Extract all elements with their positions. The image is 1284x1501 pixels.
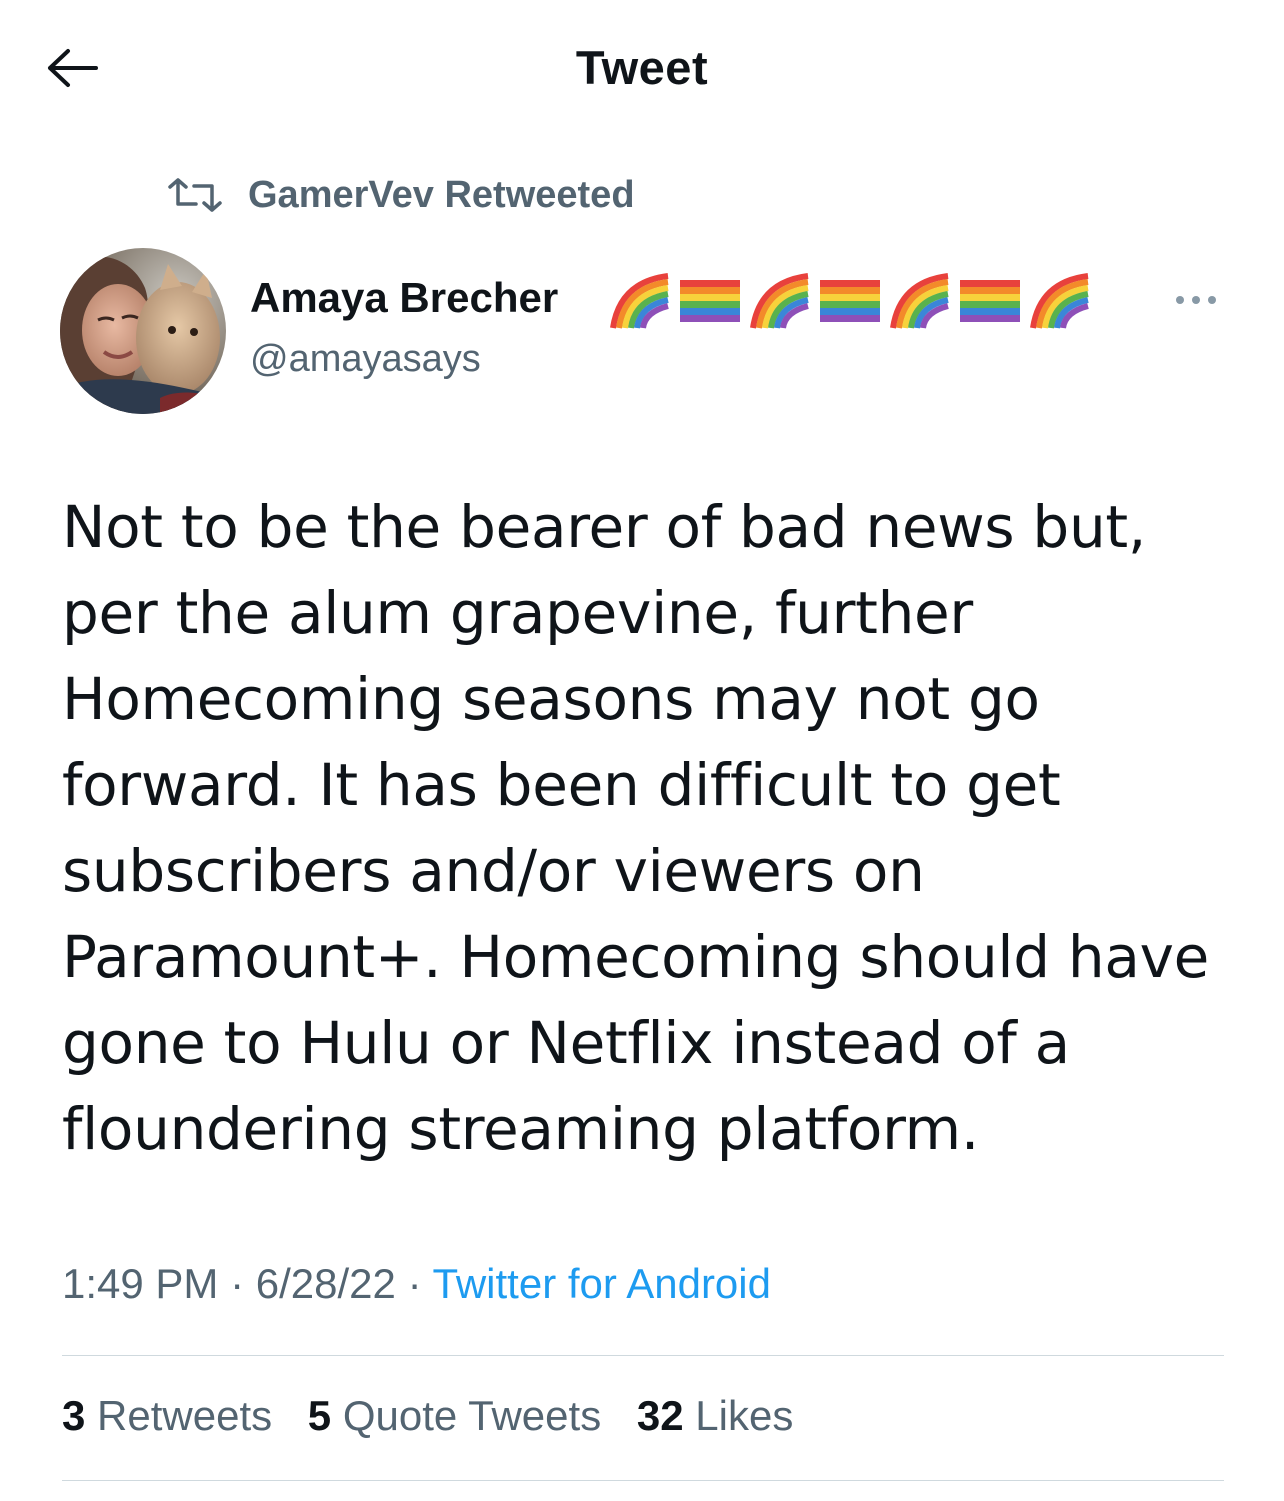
tweet-source-link[interactable]: Twitter for Android [433,1260,771,1307]
likes-count: 32 [636,1392,684,1439]
top-bar: Tweet [0,0,1284,130]
meta-separator: · [230,1260,245,1307]
tweet-text: Not to be the bearer of bad news but, pe… [62,493,1209,1163]
tweet-metadata: 1:49 PM · 6/28/22 · Twitter for Android [62,1260,771,1308]
retweets-count: 3 [62,1392,86,1439]
more-horizontal-icon [1176,296,1216,304]
retweeted-by-link[interactable]: GamerVev Retweeted [248,174,635,217]
rainbow-icon [610,273,669,329]
retweet-icon [166,175,228,215]
tweet-date[interactable]: 6/28/22 [256,1260,396,1307]
rainbow-icon [890,273,949,329]
rainbow-icon [1030,273,1089,329]
tweet-time[interactable]: 1:49 PM [62,1260,218,1307]
page-title: Tweet [575,41,709,94]
quotes-label: Quote Tweets [342,1392,602,1439]
likes-label: Likes [695,1392,794,1439]
retweets-label: Retweets [97,1392,273,1439]
engagement-stats: 3 Retweets 5 Quote Tweets 32 Likes [62,1392,817,1440]
rainbow-flag-icon [680,280,740,322]
author-name[interactable]: Amaya Brecher [250,274,558,322]
divider [62,1355,1224,1356]
rainbow-flag-icon [960,280,1020,322]
quote-tweets-stat[interactable]: 5 Quote Tweets [308,1392,601,1440]
retweets-stat[interactable]: 3 Retweets [62,1392,272,1440]
name-emojis [608,268,1098,332]
more-options-button[interactable] [1170,282,1222,318]
author-handle[interactable]: @amayasays [250,338,481,381]
quotes-count: 5 [307,1392,332,1439]
social-context: GamerVev Retweeted [166,170,635,220]
divider [62,1480,1224,1481]
likes-stat[interactable]: 32 Likes [637,1392,793,1440]
meta-separator: · [407,1260,422,1307]
rainbow-flag-icon [820,280,880,322]
avatar[interactable] [60,248,226,414]
rainbow-icon [750,273,809,329]
